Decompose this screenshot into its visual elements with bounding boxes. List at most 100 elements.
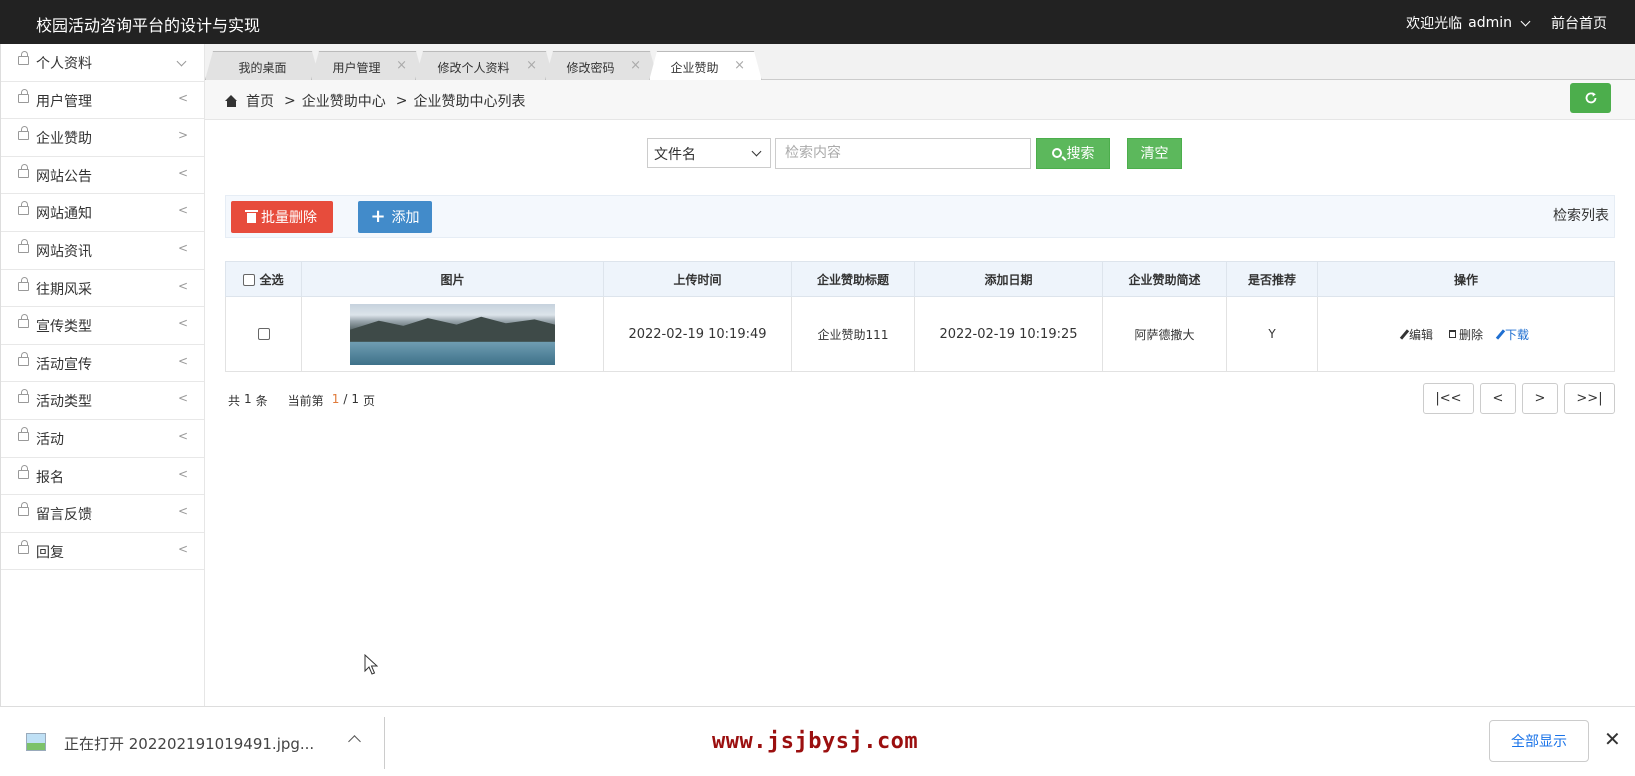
close-icon[interactable]: × bbox=[526, 58, 537, 73]
sidebar-item-label: 报名 bbox=[36, 469, 64, 486]
lock-icon bbox=[18, 163, 29, 178]
edit-button[interactable]: 编辑 bbox=[1399, 326, 1433, 343]
lock-icon bbox=[18, 276, 29, 291]
breadcrumb-level2: 企业赞助中心列表 bbox=[413, 94, 526, 110]
column-header-title: 企业赞助标题 bbox=[791, 261, 915, 297]
summary-cell: 阿萨德撒大 bbox=[1102, 296, 1227, 372]
sidebar-item-label: 活动类型 bbox=[36, 394, 92, 411]
download-label: 下载 bbox=[1505, 327, 1530, 342]
upload-time-cell: 2022-02-19 10:19:49 bbox=[603, 296, 792, 372]
refresh-button[interactable] bbox=[1570, 83, 1611, 113]
tab-desktop[interactable]: 我的桌面 bbox=[205, 51, 320, 80]
lock-icon bbox=[18, 351, 29, 366]
next-page-button[interactable]: > bbox=[1522, 383, 1558, 414]
sponsor-image-thumbnail[interactable] bbox=[350, 303, 555, 365]
close-icon[interactable]: × bbox=[630, 58, 641, 73]
column-header-upload-time: 上传时间 bbox=[603, 261, 792, 297]
breadcrumb-home[interactable]: 首页 bbox=[246, 91, 274, 111]
sidebar-item-event-types[interactable]: 活动类型 < bbox=[1, 382, 204, 420]
select-all-checkbox[interactable] bbox=[243, 273, 256, 286]
user-menu[interactable]: 欢迎光临 admin bbox=[1406, 13, 1531, 33]
search-icon bbox=[1051, 148, 1062, 158]
chevron-left-icon: < bbox=[177, 504, 188, 519]
sidebar-item-label: 网站通知 bbox=[36, 206, 92, 223]
welcome-text: 欢迎光临 bbox=[1406, 16, 1463, 32]
chevron-left-icon: < bbox=[177, 165, 188, 180]
clear-button[interactable]: 清空 bbox=[1127, 137, 1182, 169]
delete-button[interactable]: 删除 bbox=[1448, 326, 1483, 343]
sidebar-item-announcements[interactable]: 网站公告 < bbox=[1, 157, 204, 195]
last-page-button[interactable]: >>| bbox=[1564, 383, 1615, 414]
download-file-text[interactable]: 正在打开 202202191019491.jpg... bbox=[64, 733, 314, 754]
first-page-button[interactable]: |<< bbox=[1423, 383, 1474, 414]
list-label: 检索列表 bbox=[1553, 208, 1609, 224]
lock-icon bbox=[18, 539, 29, 554]
sidebar-item-events[interactable]: 活动 < bbox=[1, 420, 204, 458]
search-input[interactable] bbox=[775, 137, 1031, 169]
total-count: 1 bbox=[244, 392, 252, 406]
lock-icon bbox=[18, 51, 29, 65]
plus-icon: + bbox=[370, 206, 386, 227]
search-button[interactable]: 搜索 bbox=[1036, 137, 1110, 169]
sidebar-item-registration[interactable]: 报名 < bbox=[1, 458, 204, 496]
sidebar-item-users[interactable]: 用户管理 < bbox=[1, 82, 204, 120]
front-home-link[interactable]: 前台首页 bbox=[1551, 13, 1607, 33]
download-bar: 正在打开 202202191019491.jpg... www.jsjbysj.… bbox=[0, 706, 1635, 776]
sidebar-item-past-highlights[interactable]: 往期风采 < bbox=[1, 270, 204, 308]
tab-user-management[interactable]: 用户管理 × bbox=[311, 51, 424, 80]
sidebar-item-replies[interactable]: 回复 < bbox=[1, 533, 204, 571]
pencil-icon bbox=[1399, 328, 1410, 340]
tab-edit-profile[interactable]: 修改个人资料 × bbox=[415, 51, 554, 80]
chevron-down-icon bbox=[751, 146, 762, 157]
recommended-cell: Y bbox=[1226, 296, 1318, 372]
row-checkbox[interactable] bbox=[257, 328, 270, 340]
close-icon[interactable]: × bbox=[734, 58, 745, 73]
refresh-icon bbox=[1585, 92, 1596, 104]
pager-info: 共 1 条 当前第 1 / 1 页 bbox=[228, 392, 375, 409]
clear-button-label: 清空 bbox=[1140, 146, 1169, 162]
table-header-row: 全选 图片 上传时间 企业赞助标题 添加日期 企业赞助简述 是否推荐 操作 bbox=[225, 261, 1615, 297]
search-field-select[interactable]: 文件名 bbox=[647, 138, 771, 168]
search-field-value: 文件名 bbox=[654, 147, 696, 163]
breadcrumb-level1[interactable]: 企业赞助中心 bbox=[302, 91, 386, 111]
lock-icon bbox=[18, 126, 29, 141]
lock-icon bbox=[18, 201, 29, 216]
select-all-header[interactable]: 全选 bbox=[225, 261, 302, 297]
sidebar-item-label: 个人资料 bbox=[36, 56, 92, 72]
sidebar-item-notices[interactable]: 网站通知 < bbox=[1, 194, 204, 232]
download-button[interactable]: 下载 bbox=[1495, 326, 1530, 343]
sidebar-item-label: 回复 bbox=[36, 544, 64, 561]
close-icon[interactable]: × bbox=[396, 58, 407, 73]
add-button[interactable]: + 添加 bbox=[358, 201, 432, 233]
chevron-left-icon: < bbox=[177, 90, 188, 105]
image-cell bbox=[301, 296, 604, 372]
chevron-down-icon bbox=[176, 56, 187, 67]
sidebar-item-feedback[interactable]: 留言反馈 < bbox=[1, 495, 204, 533]
top-right-nav: 欢迎光临 admin 前台首页 bbox=[1406, 13, 1607, 33]
sidebar-item-label: 网站资讯 bbox=[36, 243, 92, 260]
chevron-left-icon: < bbox=[177, 240, 188, 255]
sidebar-item-label: 网站公告 bbox=[36, 168, 92, 185]
chevron-left-icon: < bbox=[177, 428, 188, 443]
tab-change-password[interactable]: 修改密码 × bbox=[545, 51, 658, 80]
chevron-up-icon[interactable] bbox=[348, 735, 361, 748]
lock-icon bbox=[18, 464, 29, 479]
show-all-button[interactable]: 全部显示 bbox=[1489, 720, 1589, 762]
current-prefix: 当前第 bbox=[287, 394, 324, 408]
add-button-label: 添加 bbox=[391, 210, 420, 226]
batch-delete-button[interactable]: 批量删除 bbox=[231, 201, 333, 233]
sidebar-item-profile[interactable]: 个人资料 bbox=[1, 44, 204, 82]
sidebar-item-news[interactable]: 网站资讯 < bbox=[1, 232, 204, 270]
prev-page-button[interactable]: < bbox=[1480, 383, 1516, 414]
close-icon[interactable]: ✕ bbox=[1604, 727, 1621, 751]
total-pages: 1 bbox=[351, 392, 360, 406]
sidebar-item-promo-types[interactable]: 宣传类型 < bbox=[1, 307, 204, 345]
pages-suffix: 页 bbox=[363, 394, 376, 408]
batch-delete-label: 批量删除 bbox=[261, 210, 317, 226]
delete-label: 删除 bbox=[1458, 327, 1483, 342]
sidebar-item-label: 活动 bbox=[36, 431, 64, 448]
sidebar-item-event-promo[interactable]: 活动宣传 < bbox=[1, 345, 204, 383]
sidebar-item-sponsorship[interactable]: 企业赞助 > bbox=[1, 119, 204, 157]
tab-sponsorship[interactable]: 企业赞助 × bbox=[649, 51, 762, 81]
sidebar-item-label: 留言反馈 bbox=[36, 507, 92, 524]
